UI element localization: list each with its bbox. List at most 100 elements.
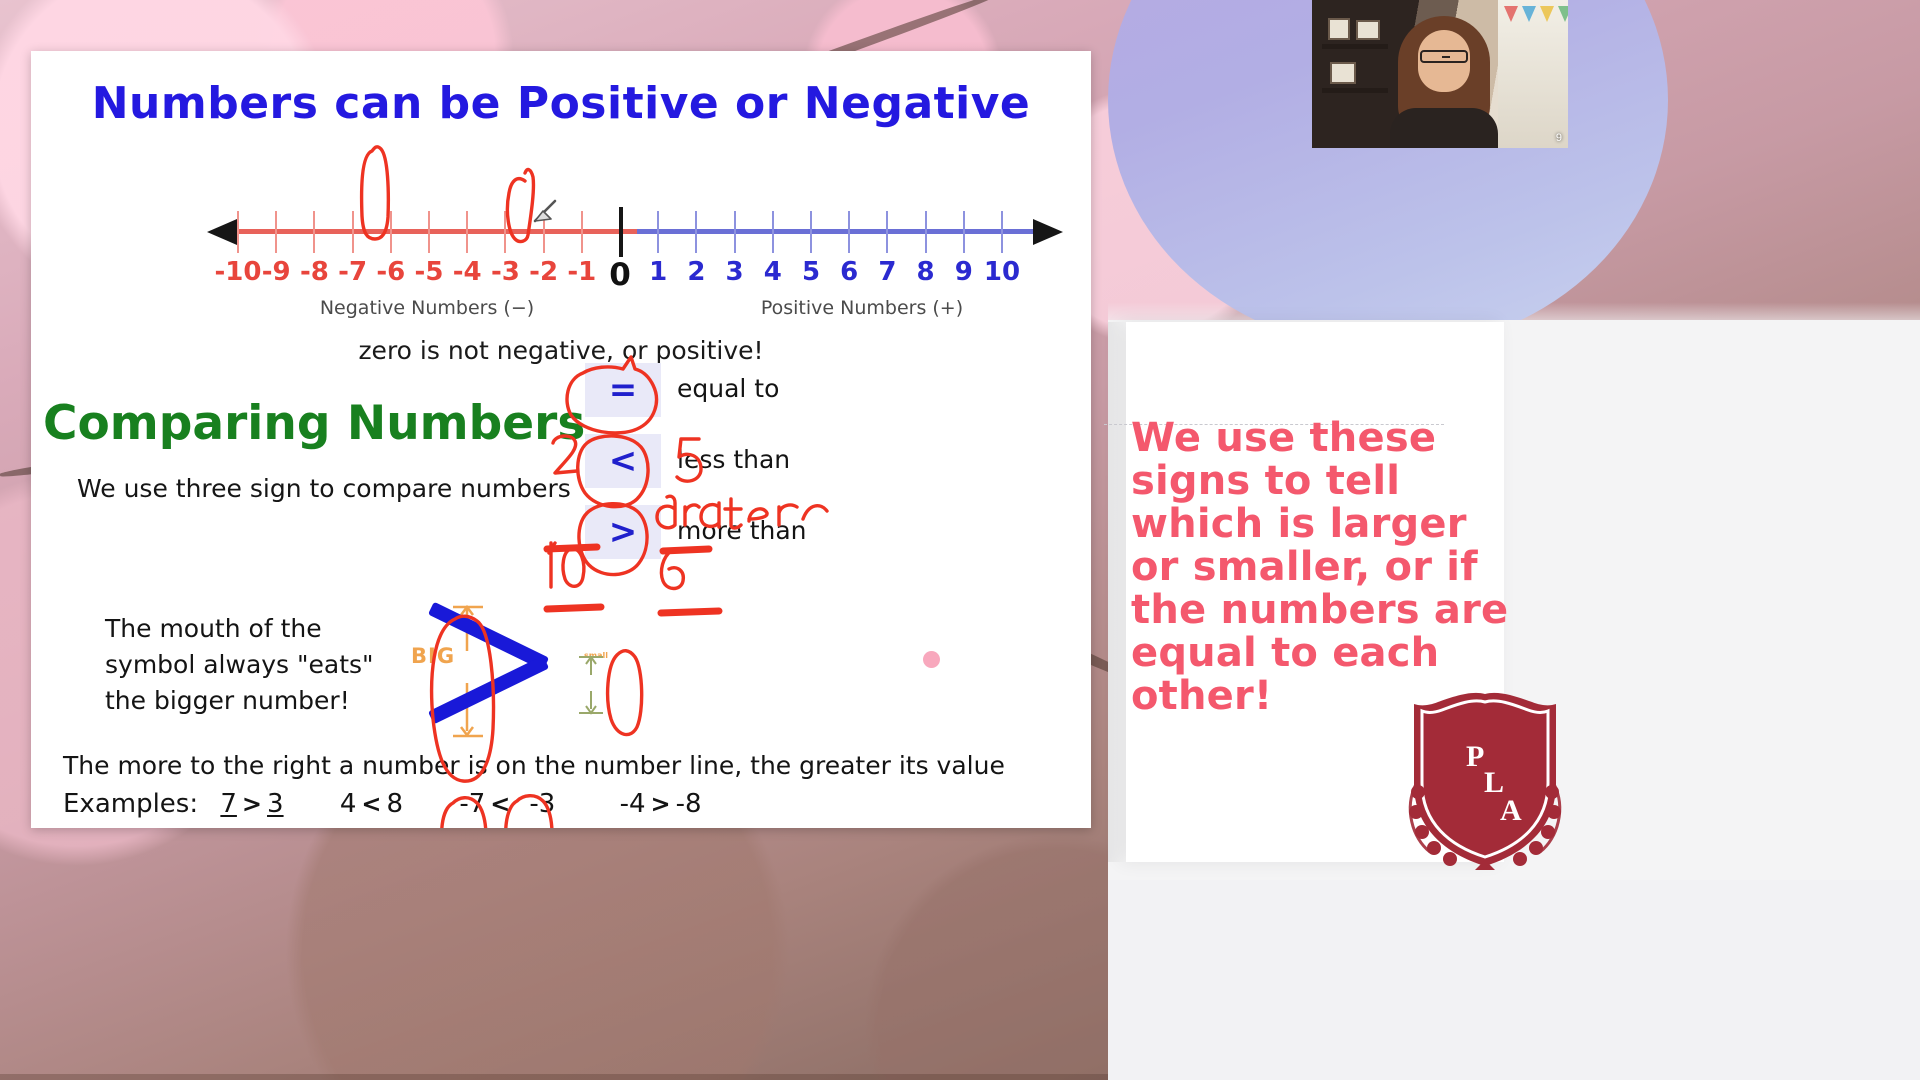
example-1-op: > [241, 790, 263, 818]
number-line-label--8: -8 [299, 257, 329, 287]
example-1-left: 7 [220, 789, 237, 819]
example-3: -7 < -3 [459, 789, 555, 819]
example-3-right: -3 [529, 789, 556, 819]
number-line-label--5: -5 [414, 257, 444, 287]
example-2-right: 8 [386, 789, 404, 819]
number-line-label-2: 2 [687, 257, 706, 287]
number-line-tick [313, 211, 316, 253]
section-subtitle: We use three sign to compare numbers [77, 474, 571, 503]
number-line-tick [771, 211, 774, 253]
number-line-tick [389, 211, 392, 253]
arrow-right-icon [1033, 219, 1063, 245]
number-line-label--2: -2 [529, 257, 559, 287]
handwritten-6 [659, 549, 685, 591]
number-line-tick [848, 211, 851, 253]
sign-equal-label: equal to [677, 374, 780, 403]
number-line-label--6: -6 [376, 257, 406, 287]
webcam-page-number: 9 [1555, 132, 1562, 144]
example-4-op: > [650, 790, 671, 818]
number-line-tick [542, 211, 545, 253]
number-line-label-3: 3 [725, 257, 744, 287]
sign-less-than-label: less than [677, 445, 791, 474]
example-4: -4 > -8 [620, 789, 702, 819]
number-line-label--9: -9 [261, 257, 291, 287]
positive-caption: Positive Numbers (+) [760, 297, 964, 319]
example-1-right: 3 [267, 789, 284, 819]
window [1498, 0, 1568, 148]
number-line-negative-segment [237, 229, 637, 234]
number-line-label--4: -4 [452, 257, 482, 287]
notes-text: We use these signs to tell which is larg… [1131, 415, 1509, 719]
negative-caption: Negative Numbers (−) [319, 297, 535, 319]
number-line-tick [657, 211, 660, 253]
number-line-label-9: 9 [954, 257, 973, 287]
crest-letter-a: A [1500, 794, 1522, 827]
number-line-tick [810, 211, 812, 253]
number-line-tick [428, 211, 430, 253]
example-2: 4 <8 [340, 789, 403, 819]
mouth-note: The mouth of the symbol always "eats" th… [105, 614, 374, 715]
examples-row: Examples: 7 >3 4 <8 -7 < -3 -4 > -8 [63, 789, 702, 819]
number-line-label-6: 6 [840, 257, 859, 287]
number-line-label-7: 7 [878, 257, 897, 287]
number-line-tick [924, 211, 927, 253]
number-line-label-4: 4 [763, 257, 782, 287]
number-line-label--3: -3 [490, 257, 520, 287]
number-line-tick [237, 211, 239, 253]
number-line-label-1: 1 [649, 257, 668, 287]
number-line-tick [695, 211, 698, 253]
example-4-left: -4 [619, 789, 646, 819]
number-line-label--1: -1 [567, 257, 597, 287]
handwritten-greater-tail [801, 504, 829, 521]
arrow-left-icon [207, 219, 237, 245]
rule-line: The more to the right a number is on the… [63, 751, 1005, 780]
section-title: Comparing Numbers [43, 396, 586, 451]
number-line-tick [504, 211, 507, 253]
number-line-tick [1001, 211, 1003, 253]
number-line-tick [886, 211, 889, 253]
example-3-left: -7 [459, 789, 486, 819]
number-line-label-0: 0 [609, 257, 631, 293]
example-2-left: 4 [339, 789, 357, 819]
presentation-slide[interactable]: Numbers can be Positive or Negative -10-… [31, 51, 1091, 828]
number-line-label--7: -7 [338, 257, 368, 287]
number-line-label-8: 8 [916, 257, 935, 287]
handwritten-0 [561, 547, 586, 588]
zero-note: zero is not negative, or positive! [358, 336, 764, 365]
pla-crest-logo: P L A [1400, 688, 1570, 870]
sign-more-than: > [585, 505, 661, 559]
webcam-tile[interactable]: 9 [1312, 0, 1568, 148]
crest-letter-p: P [1466, 740, 1484, 773]
sign-equal: = [585, 363, 661, 417]
sign-more-than-label: more than [677, 516, 807, 545]
picture-frame [1356, 20, 1380, 40]
number-line-label--10: -10 [214, 257, 262, 287]
number-line: -10 -9 -8 -7 -6 -5 -4 -3 -2 -1 0 1 2 3 4 5 6 7 8 9 10 Negati… [207, 145, 1067, 319]
number-line-tick [619, 207, 623, 257]
pointer-highlight [923, 651, 940, 668]
glasses-icon [1420, 50, 1468, 63]
number-line-tick [733, 211, 736, 253]
shelf [1322, 88, 1388, 93]
handwritten-1 [547, 541, 557, 589]
bottom-strip [0, 1074, 1108, 1080]
picture-frame [1328, 18, 1350, 40]
speaker-torso [1390, 108, 1498, 148]
screen: We use these signs to tell which is larg… [0, 0, 1920, 1080]
number-line-tick [351, 211, 354, 253]
number-line-tick [466, 211, 469, 253]
sign-less-than: < [585, 434, 661, 488]
number-line-tick [275, 211, 278, 253]
shelf [1322, 44, 1388, 49]
slide-title: Numbers can be Positive or Negative [91, 78, 1031, 129]
example-3-op: < [490, 790, 511, 818]
example-1: 7 >3 [220, 789, 283, 819]
example-4-right: -8 [675, 789, 702, 819]
small-size-arrow-icon [579, 655, 603, 715]
examples-label: Examples: [63, 789, 199, 819]
example-2-op: < [361, 790, 382, 818]
number-line-tick [580, 211, 583, 253]
number-line-tick [962, 211, 965, 253]
picture-frame [1330, 62, 1356, 84]
number-line-label-5: 5 [801, 257, 821, 287]
